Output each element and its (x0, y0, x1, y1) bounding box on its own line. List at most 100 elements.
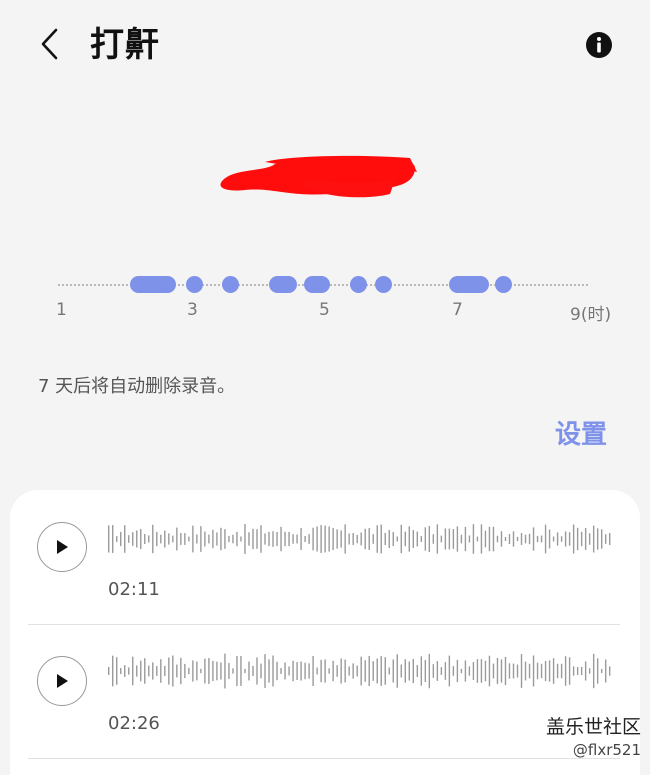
waveform-bar (264, 654, 266, 688)
snore-event-marker[interactable] (186, 276, 203, 293)
waveform-bar (192, 660, 194, 682)
info-button[interactable] (585, 31, 613, 59)
waveform-bar (192, 525, 194, 553)
waveform-bar (328, 526, 330, 552)
waveform-bar (136, 665, 138, 677)
snore-event-marker[interactable] (495, 276, 512, 293)
waveform-bar (364, 660, 366, 682)
waveform-bar (216, 661, 218, 681)
waveform-bar (548, 660, 551, 682)
waveform-bar (344, 659, 346, 683)
waveform-bar (300, 527, 302, 551)
waveform-bar (532, 527, 535, 551)
waveform-bar (604, 659, 607, 683)
snore-event-marker[interactable] (222, 276, 239, 293)
waveform-bar (348, 533, 350, 545)
settings-button[interactable]: 设置 (555, 414, 607, 451)
play-button[interactable] (37, 522, 87, 572)
waveform-bar (524, 661, 527, 681)
waveform-bar (296, 662, 298, 680)
snore-event-marker[interactable] (350, 276, 367, 293)
waveform-bar (256, 657, 258, 685)
waveform-bar (220, 527, 222, 551)
back-button[interactable] (30, 24, 70, 64)
waveform-bar (552, 536, 555, 542)
waveform-bar (372, 534, 374, 544)
waveform-bar (280, 668, 282, 674)
waveform-bar (300, 661, 302, 681)
snore-event-marker[interactable] (130, 276, 176, 293)
waveform-bar (392, 531, 394, 547)
waveform-bar (304, 535, 306, 543)
waveform-bar (388, 667, 390, 675)
waveform-bar (124, 665, 126, 677)
waveform-bar (116, 657, 118, 685)
waveform-bar (236, 531, 238, 547)
waveform-bar (584, 528, 587, 550)
waveform-bar (188, 667, 190, 675)
waveform-bar (500, 659, 503, 683)
waveform-bar (420, 656, 423, 686)
waveform-bar (468, 535, 471, 543)
waveform-bar (344, 524, 346, 554)
waveform-bar (392, 659, 394, 683)
waveform-bar (416, 664, 419, 678)
waveform[interactable] (108, 652, 613, 690)
waveform-bar (580, 531, 583, 547)
waveform-bar (592, 653, 595, 689)
chevron-left-icon (41, 28, 58, 60)
waveform-bar (244, 668, 246, 674)
waveform-bar (428, 526, 431, 552)
waveform-bar (500, 531, 503, 547)
waveform-bar (264, 533, 266, 545)
waveform-bar (580, 666, 583, 676)
waveform-bar (144, 534, 146, 544)
waveform-bar (352, 663, 354, 679)
waveform-bar (516, 536, 519, 542)
snore-event-marker[interactable] (375, 276, 392, 293)
play-button[interactable] (37, 656, 87, 706)
waveform-bar (496, 657, 499, 684)
waveform-bar (276, 531, 278, 547)
waveform-bar (556, 663, 559, 679)
waveform-bar (224, 653, 226, 689)
snore-event-marker[interactable] (449, 276, 489, 293)
waveform-bar (440, 667, 443, 675)
waveform-bar (128, 535, 130, 543)
waveform-bar (360, 656, 362, 686)
waveform-bar (376, 658, 378, 684)
waveform-bar (512, 531, 515, 547)
snore-event-marker[interactable] (304, 276, 330, 293)
waveform-bar (152, 524, 154, 554)
waveform-bar (184, 533, 186, 545)
waveform-bar (432, 664, 435, 678)
waveform-bar (520, 654, 523, 688)
waveform[interactable] (108, 520, 613, 558)
waveform-bar (260, 663, 262, 679)
waveform-bar (260, 525, 262, 553)
waveform-bar (444, 662, 447, 680)
waveform-bar (596, 528, 599, 550)
waveform-bar (524, 534, 527, 544)
waveform-bar (360, 532, 362, 546)
waveform-bar (308, 663, 310, 679)
waveform-bar (208, 534, 210, 544)
waveform-bar (240, 656, 242, 686)
waveform-bar (528, 533, 531, 545)
waveform-bar (148, 665, 150, 677)
redacted-scribble (205, 150, 435, 210)
recording-duration: 02:26 (108, 713, 160, 734)
snore-event-marker[interactable] (269, 276, 297, 293)
waveform-bar (248, 532, 250, 546)
watermark-user: @flxr521 (572, 741, 641, 759)
waveform-bar (536, 662, 539, 680)
waveform-bar (600, 529, 603, 549)
waveform-bar (448, 528, 451, 550)
waveform-bar (404, 531, 406, 547)
waveform-bar (172, 535, 174, 543)
waveform-bar (460, 534, 463, 544)
waveform-bar (268, 531, 270, 547)
waveform-bar (444, 528, 447, 550)
waveform-bar (592, 525, 595, 553)
waveform-bar (456, 526, 459, 552)
